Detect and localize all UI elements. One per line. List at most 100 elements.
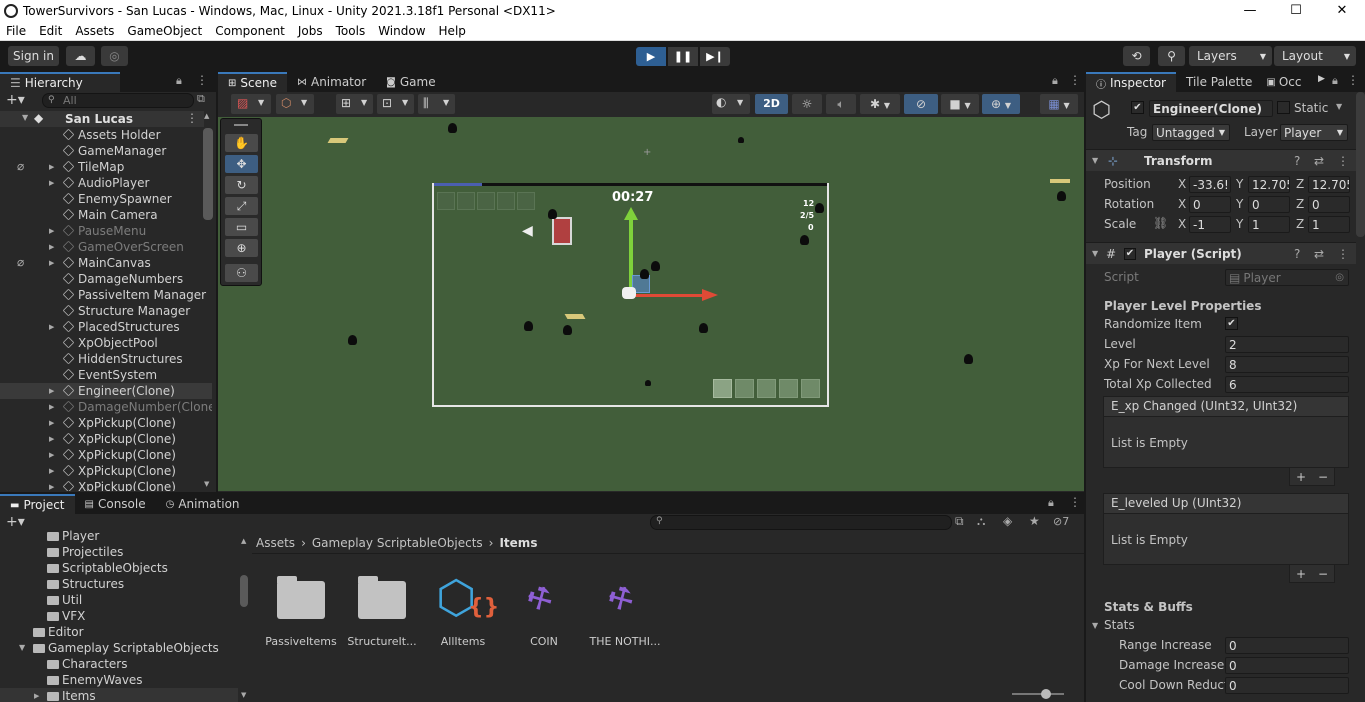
hierarchy-scrollbar[interactable] — [203, 128, 213, 220]
add-icon[interactable]: + — [1296, 567, 1306, 581]
add-icon[interactable]: +▾ — [6, 514, 25, 530]
tab-hierarchy[interactable]: ☰ Hierarchy — [0, 72, 120, 92]
hierarchy-item[interactable]: ▶ XpPickup(Clone) — [0, 463, 212, 479]
player-engineer[interactable] — [622, 287, 636, 299]
asset-label-passiveitems[interactable]: PassiveItems — [261, 635, 341, 648]
gizmo-y-arrow[interactable] — [624, 207, 638, 220]
more-menu-icon[interactable]: ⋮ — [1347, 73, 1359, 87]
increment-snap-button[interactable]: ⊡ ▼ — [377, 94, 414, 114]
expand-arrow-icon[interactable]: ▶ — [49, 483, 54, 491]
lighting-button[interactable]: ◐ ▼ — [712, 94, 750, 114]
tab-tile-palette[interactable]: Tile Palette — [1176, 72, 1262, 92]
presets-icon[interactable]: ⇄ — [1314, 247, 1324, 261]
damage-increase-input[interactable]: 0 — [1225, 657, 1349, 674]
expand-arrow-icon[interactable]: ▶ — [49, 323, 54, 331]
expand-arrow-icon[interactable]: ▶ — [49, 179, 54, 187]
folder-tree-item[interactable]: ▼ Gameplay ScriptableObjects — [0, 640, 238, 656]
collab-icon[interactable]: ◎ — [101, 46, 128, 66]
transform-header[interactable]: ▼ ⊹ Transform ? ⇄ ⋮ — [1086, 149, 1356, 171]
layers-dropdown[interactable]: Layers ▼ — [1189, 46, 1272, 66]
expand-arrow-icon[interactable]: ▶ — [34, 692, 39, 700]
rect-tool-icon[interactable]: ▭ — [225, 218, 258, 236]
close-button[interactable]: ✕ — [1319, 3, 1365, 18]
hierarchy-item[interactable]: XpObjectPool — [0, 335, 212, 351]
expand-arrow-icon[interactable]: ▶ — [49, 243, 54, 251]
hierarchy-item[interactable]: Structure Manager — [0, 303, 212, 319]
expand-arrow-icon[interactable]: ▶ — [49, 259, 54, 267]
breadcrumb-assets[interactable]: Assets — [256, 536, 295, 550]
hierarchy-item[interactable]: ▶ XpPickup(Clone) — [0, 479, 212, 491]
cloud-icon[interactable]: ☁ — [66, 46, 95, 66]
expand-arrow-icon[interactable]: ▶ — [49, 163, 54, 171]
hierarchy-item[interactable]: Assets Holder — [0, 127, 212, 143]
shading-button[interactable]: ⬡ ▼ — [276, 94, 314, 114]
more-menu-icon[interactable]: ⋮ — [1337, 154, 1349, 168]
add-icon[interactable]: + — [1296, 470, 1306, 484]
stats-foldout[interactable]: Stats — [1104, 618, 1135, 632]
expand-arrow-icon[interactable]: ▶ — [49, 435, 54, 443]
menu-file[interactable]: File — [6, 24, 26, 38]
rotation-y-input[interactable]: 0 — [1248, 196, 1290, 213]
more-menu-icon[interactable]: ⋮ — [1337, 247, 1349, 261]
position-x-input[interactable]: -33.6! — [1189, 176, 1231, 193]
asset-label-coin[interactable]: COIN — [504, 635, 584, 648]
hierarchy-item[interactable]: GameManager — [0, 143, 212, 159]
static-checkbox[interactable] — [1277, 101, 1290, 114]
pause-button[interactable]: ❚❚ — [668, 47, 698, 66]
expand-arrow-icon[interactable]: ▶ — [49, 227, 54, 235]
active-checkbox[interactable]: ✔ — [1131, 101, 1144, 114]
link-icon[interactable]: ⛓ — [1153, 216, 1168, 230]
remove-icon[interactable]: − — [1318, 567, 1328, 581]
hierarchy-item[interactable]: ▶ XpPickup(Clone) — [0, 431, 212, 447]
scale-x-input[interactable]: -1 — [1189, 216, 1231, 233]
cooldown-reduct-input[interactable]: 0 — [1225, 677, 1349, 694]
scale-z-input[interactable]: 1 — [1308, 216, 1350, 233]
folder-tree-item[interactable]: Player — [0, 530, 238, 544]
scroll-down-icon[interactable]: ▼ — [241, 691, 246, 699]
expanded-arrow-icon[interactable]: ▼ — [19, 643, 25, 652]
drag-handle-icon[interactable] — [234, 124, 248, 126]
total-xp-input[interactable]: 6 — [1225, 376, 1349, 393]
player-script-header[interactable]: ▼ # ✔ Player (Script) ? ⇄ ⋮ — [1086, 242, 1356, 264]
expand-arrow-icon[interactable]: ▶ — [49, 451, 54, 459]
more-menu-icon[interactable]: ⋮ — [1069, 73, 1081, 87]
scroll-up-icon[interactable]: ▲ — [241, 537, 246, 545]
more-menu-icon[interactable]: ⋮ — [196, 73, 208, 87]
tab-game[interactable]: ◙ Game — [376, 72, 445, 92]
lock-icon[interactable]: 🔒︎ — [1048, 496, 1054, 510]
tree-scrollbar[interactable] — [240, 575, 248, 607]
lock-icon[interactable]: 🔒︎ — [1332, 74, 1338, 88]
hidden-packages-icon[interactable]: ⊘7 — [1053, 515, 1069, 528]
position-z-input[interactable]: 12.705 — [1308, 176, 1350, 193]
script-enabled-checkbox[interactable]: ✔ — [1124, 247, 1136, 260]
hierarchy-search-input[interactable]: ⚲ All — [42, 93, 194, 108]
asset-label-nothing[interactable]: THE NOTHI... — [585, 635, 665, 648]
breadcrumb-items[interactable]: Items — [499, 536, 537, 550]
lock-icon[interactable]: 🔒︎ — [176, 74, 182, 88]
folder-tree-item[interactable]: ScriptableObjects — [0, 560, 238, 576]
scale-y-input[interactable]: 1 — [1248, 216, 1290, 233]
tab-scene[interactable]: ⊞ Scene — [218, 72, 287, 92]
label-filter-icon[interactable]: ◈ — [1003, 514, 1012, 528]
menu-assets[interactable]: Assets — [75, 24, 114, 38]
rotation-x-input[interactable]: 0 — [1189, 196, 1231, 213]
play-button[interactable]: ▶ — [636, 47, 666, 66]
folder-tree-item[interactable]: ▶ Items — [0, 688, 238, 702]
hierarchy-item[interactable]: HiddenStructures — [0, 351, 212, 367]
camera-button[interactable]: ■ ▼ — [941, 94, 979, 114]
draw-mode-button[interactable]: ▨ ▼ — [231, 94, 271, 114]
expand-arrow-icon[interactable]: ▶ — [49, 387, 54, 395]
type-filter-icon[interactable]: ⛬ — [977, 514, 985, 529]
folder-icon[interactable] — [277, 576, 325, 619]
gizmos-button[interactable]: ⊕ ▼ — [982, 94, 1020, 114]
search-icon[interactable]: ⚲ — [1158, 46, 1185, 66]
level-input[interactable]: 2 — [1225, 336, 1349, 353]
effects-button[interactable]: ✱ ▼ — [860, 94, 900, 114]
audio-toggle-icon[interactable]: 🔈︎ — [826, 94, 856, 114]
2d-toggle-button[interactable]: 2D — [755, 94, 788, 114]
expand-arrow-icon[interactable]: ▶ — [49, 467, 54, 475]
scene-root-row[interactable]: ▼ ◆ San Lucas ⋮ — [0, 111, 204, 127]
hierarchy-item[interactable]: Main Camera — [0, 207, 212, 223]
custom-tool-icon[interactable]: ⚇ — [225, 264, 258, 282]
maximize-button[interactable]: ☐ — [1273, 3, 1319, 18]
